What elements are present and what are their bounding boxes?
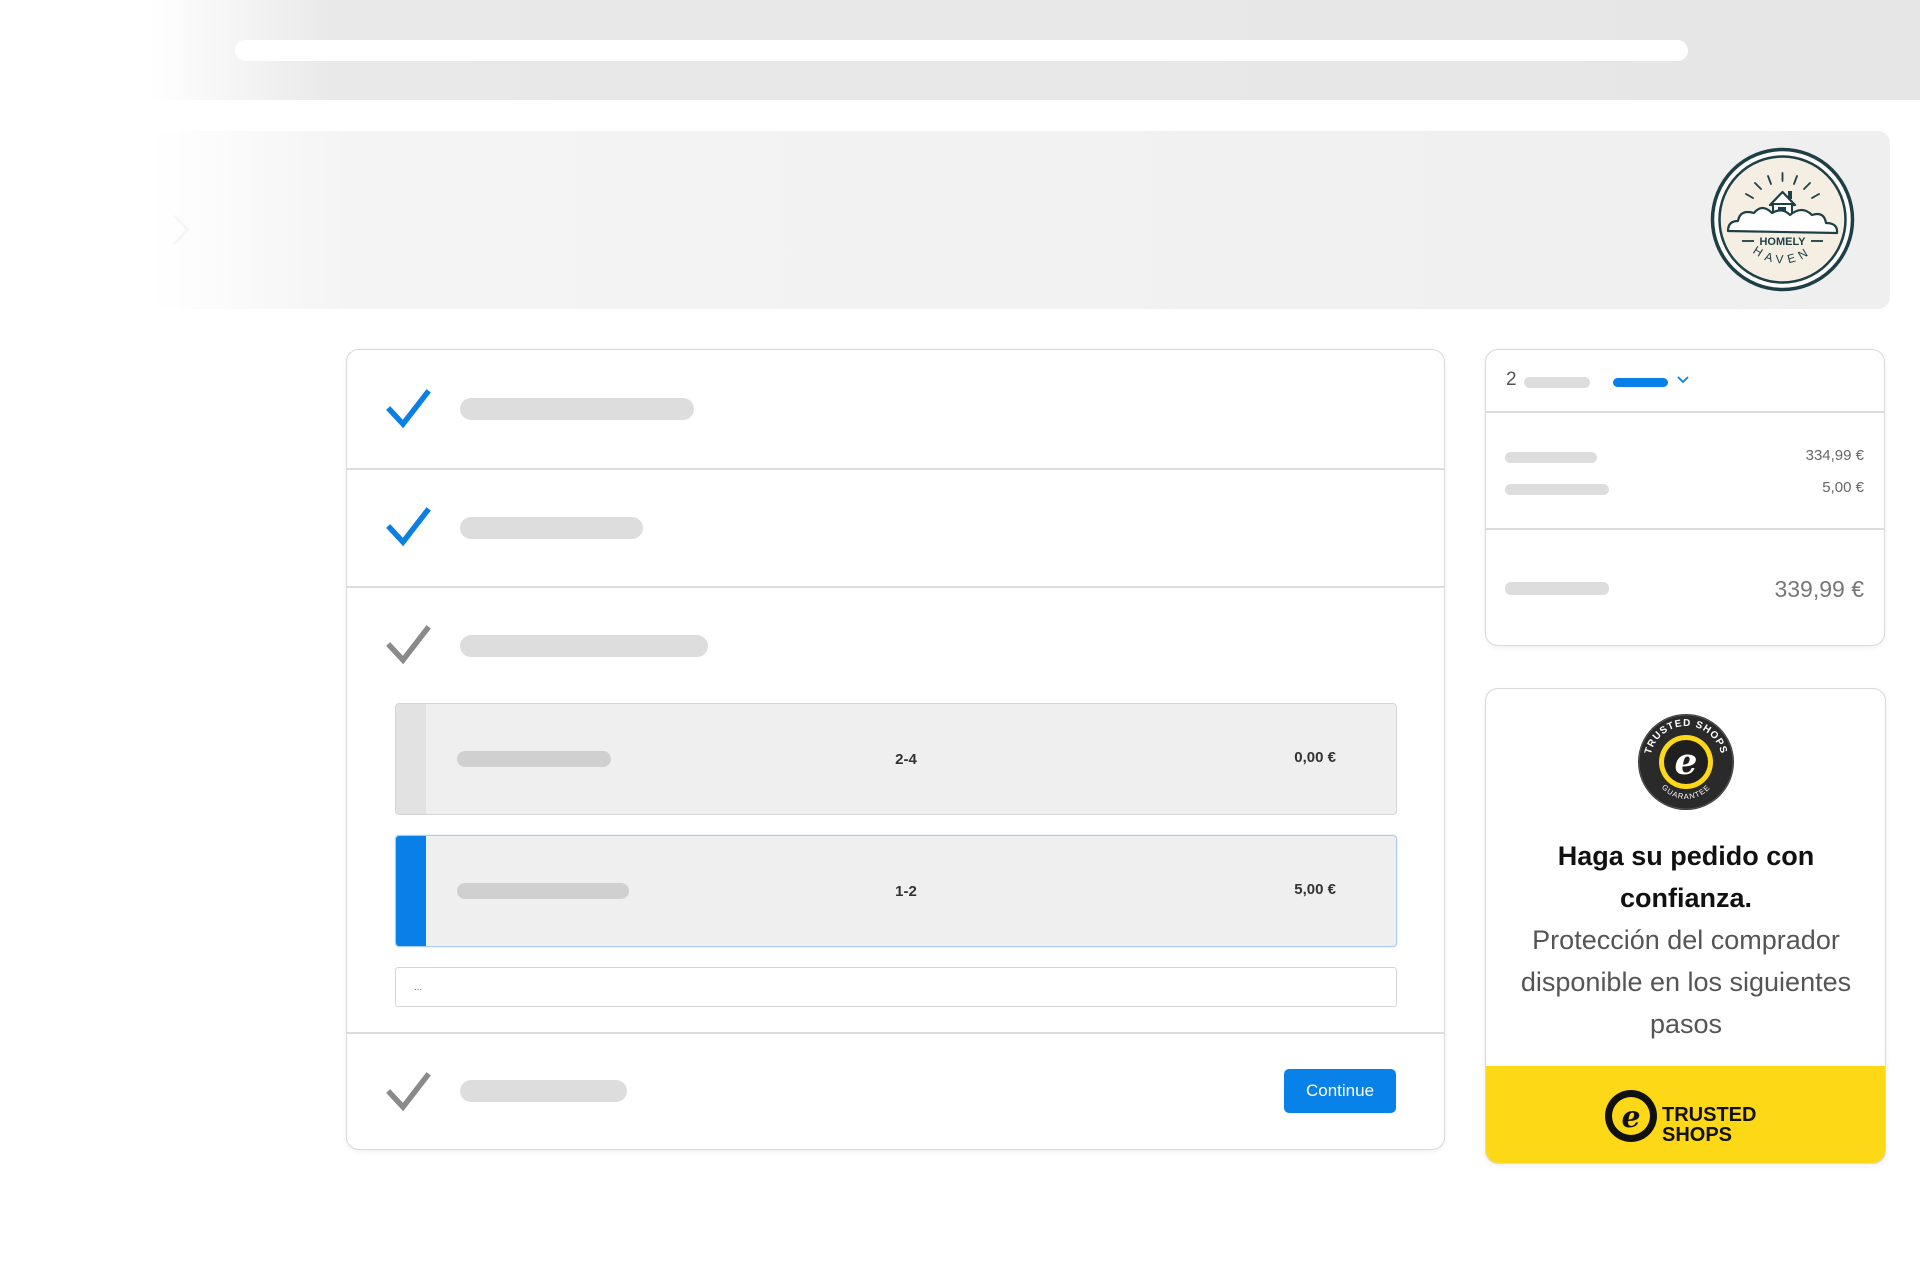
delivery-days: 2-4 <box>895 751 917 768</box>
trust-footer: e TRUSTED SHOPS <box>1486 1066 1885 1163</box>
option-name-placeholder <box>457 751 611 767</box>
step-title-placeholder <box>460 635 708 657</box>
logo-text-line1: HOMELY <box>1759 236 1806 248</box>
option-selector <box>396 836 426 946</box>
check-icon <box>386 507 431 547</box>
homely-haven-logo[interactable]: HOMELY HAVEN <box>1710 147 1855 292</box>
browser-toolbar <box>0 0 1920 100</box>
logo-line2: SHOPS <box>1662 1124 1732 1146</box>
check-icon <box>386 625 431 665</box>
divider <box>1486 411 1884 413</box>
step-title-placeholder <box>460 1080 627 1102</box>
svg-text:e: e <box>1675 741 1698 783</box>
items-label-placeholder <box>1524 377 1590 388</box>
check-icon <box>386 1072 431 1112</box>
delivery-days: 1-2 <box>895 883 917 900</box>
address-bar[interactable] <box>235 40 1688 61</box>
shipping-option[interactable]: 2-4 0,00 € <box>395 703 1397 815</box>
step-3-shipping: 2-4 0,00 € 1-2 5,00 € <box>347 587 1444 1032</box>
store-header <box>150 131 1890 309</box>
shipping-cost: 5,00 € <box>1822 479 1864 496</box>
total-label-placeholder <box>1505 582 1609 595</box>
step-title-placeholder <box>460 517 643 539</box>
item-count: 2 <box>1506 369 1517 390</box>
logo-line1: TRUSTED <box>1662 1104 1756 1126</box>
order-summary-card: 2 334,99 € 5,00 € 339,99 € <box>1485 349 1885 646</box>
shipping-option-selected[interactable]: 1-2 5,00 € <box>395 835 1397 947</box>
show-items-link[interactable] <box>1613 378 1668 387</box>
divider <box>1486 528 1884 530</box>
trust-description: Protección del comprador disponible en l… <box>1520 925 1852 1039</box>
step-1[interactable] <box>347 350 1444 468</box>
continue-button[interactable]: Continue <box>1284 1069 1396 1113</box>
comment-field[interactable] <box>395 967 1397 1007</box>
trusted-shops-logo[interactable]: e TRUSTED SHOPS <box>1604 1083 1764 1149</box>
option-name-placeholder <box>457 883 629 899</box>
chevron-right-icon[interactable] <box>160 210 200 250</box>
chevron-down-icon[interactable] <box>1676 374 1690 386</box>
subtotal-label-placeholder <box>1505 452 1597 463</box>
step-4: Continue <box>347 1033 1444 1150</box>
svg-text:e: e <box>1621 1100 1640 1135</box>
trusted-shops-card: e TRUSTED SHOPS GUARANTEE Haga su pedido… <box>1485 688 1886 1164</box>
trust-heading: Haga su pedido con confianza. <box>1557 841 1815 913</box>
check-icon <box>386 389 431 429</box>
subtotal-price: 334,99 € <box>1805 447 1864 464</box>
order-total: 339,99 € <box>1774 576 1864 602</box>
shipping-label-placeholder <box>1505 484 1609 495</box>
step-title-placeholder <box>460 398 694 420</box>
shipping-price: 5,00 € <box>1294 881 1336 898</box>
step-2[interactable] <box>347 469 1444 587</box>
trusted-shops-badge[interactable]: e TRUSTED SHOPS GUARANTEE <box>1636 712 1736 812</box>
checkout-steps-card: 2-4 0,00 € 1-2 5,00 € Continue <box>346 349 1445 1150</box>
shipping-price: 0,00 € <box>1294 749 1336 766</box>
option-selector <box>396 704 426 814</box>
